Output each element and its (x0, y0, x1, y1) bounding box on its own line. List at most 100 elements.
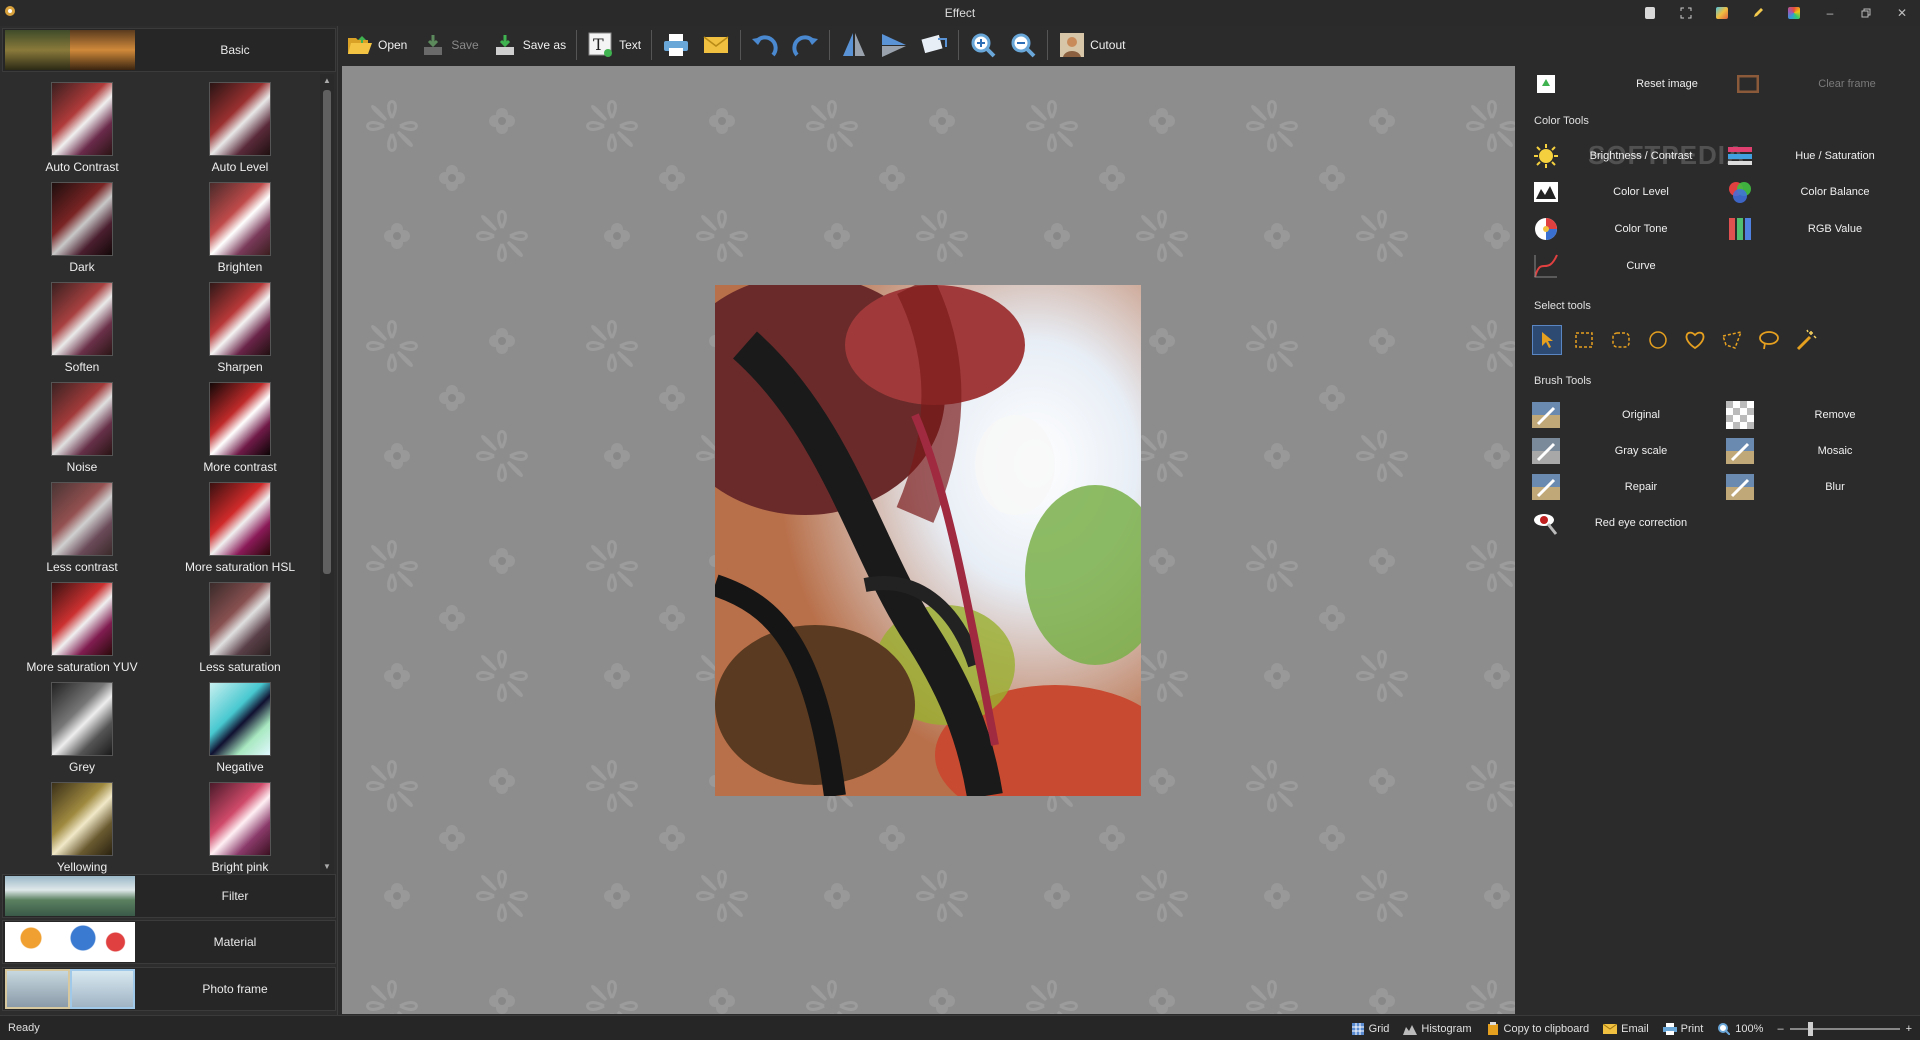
brush-original-button[interactable]: Original (1532, 401, 1722, 429)
save-button[interactable]: Save (413, 27, 484, 63)
ellipse-select-tool[interactable] (1643, 325, 1673, 355)
effect-less-contrast[interactable]: Less contrast (2, 474, 162, 574)
edited-photo[interactable] (715, 285, 1141, 796)
category-photo-frame[interactable]: Photo frame (2, 967, 336, 1011)
text-label: Text (619, 38, 642, 52)
zoom-in-button[interactable] (963, 27, 1003, 63)
recycle-icon (1532, 70, 1560, 98)
curve-button[interactable]: Curve (1532, 252, 1722, 280)
effect-brighten[interactable]: Brighten (160, 174, 320, 274)
brush-blur-button[interactable]: Blur (1726, 473, 1916, 501)
histogram-icon (1532, 178, 1560, 206)
effect-auto-contrast[interactable]: Auto Contrast (2, 74, 162, 174)
save-as-button[interactable]: Save as (485, 27, 572, 63)
curve-icon (1532, 252, 1560, 280)
grid-button[interactable]: Grid (1351, 1022, 1389, 1035)
brush-remove-button[interactable]: Remove (1726, 401, 1916, 429)
clear-frame-button[interactable]: Clear frame (1734, 70, 1914, 98)
image-canvas[interactable] (342, 66, 1515, 1014)
cutout-button[interactable]: Cutout (1052, 27, 1131, 63)
rotate-free-button[interactable] (914, 27, 954, 63)
polygon-select-tool[interactable] (1717, 325, 1747, 355)
reset-image-button[interactable]: Reset image (1532, 70, 1732, 98)
pencil-icon[interactable] (1740, 0, 1776, 26)
effect-noise[interactable]: Noise (2, 374, 162, 474)
scroll-up-icon[interactable]: ▲ (320, 74, 334, 88)
effect-thumbnail (51, 382, 113, 456)
cursor-icon (1542, 332, 1553, 348)
effect-grey[interactable]: Grey (2, 674, 162, 774)
fullscreen-icon[interactable] (1668, 0, 1704, 26)
zoom-minus-button[interactable]: – (1777, 1023, 1783, 1035)
effect-yellowing[interactable]: Yellowing (2, 774, 162, 874)
zoom-slider[interactable] (1789, 1021, 1900, 1036)
skin-icon[interactable] (1704, 0, 1740, 26)
save-as-icon (491, 31, 519, 59)
zoom-plus-button[interactable]: + (1906, 1023, 1912, 1035)
category-material[interactable]: Material (2, 920, 336, 964)
pointer-tool[interactable] (1532, 325, 1562, 355)
rectangle-select-icon (1575, 332, 1593, 348)
effect-soften[interactable]: Soften (2, 274, 162, 374)
copy-to-clipboard-button[interactable]: Copy to clipboard (1486, 1022, 1589, 1035)
color-balance-button[interactable]: Color Balance (1726, 178, 1916, 206)
rotate-left-button[interactable] (745, 27, 785, 63)
flip-vertical-button[interactable] (834, 27, 874, 63)
effects-scrollbar[interactable]: ▲ ▼ (320, 74, 334, 874)
hue-saturation-button[interactable]: Hue / Saturation (1726, 142, 1916, 170)
effect-more-saturation-hsl[interactable]: More saturation HSL (160, 474, 320, 574)
print-button[interactable] (656, 27, 696, 63)
rgb-circles-icon (1726, 178, 1754, 206)
effect-more-contrast[interactable]: More contrast (160, 374, 320, 474)
select-tools-row (1532, 325, 1828, 355)
red-eye-correction-button[interactable]: Red eye correction (1532, 509, 1722, 537)
category-basic[interactable]: Basic (2, 28, 336, 72)
effect-thumbnail (51, 782, 113, 856)
magic-wand-tool[interactable] (1791, 325, 1821, 355)
sun-icon (1532, 142, 1560, 170)
scroll-down-icon[interactable]: ▼ (320, 860, 334, 874)
minimize-icon[interactable]: – (1812, 0, 1848, 26)
heart-select-tool[interactable] (1680, 325, 1710, 355)
flip-horizontal-button[interactable] (874, 27, 914, 63)
restore-icon[interactable] (1848, 0, 1884, 26)
lasso-select-tool[interactable] (1754, 325, 1784, 355)
text-button[interactable]: T Text (581, 27, 647, 63)
effect-dark[interactable]: Dark (2, 174, 162, 274)
category-filter[interactable]: Filter (2, 874, 336, 918)
close-icon[interactable]: ✕ (1884, 0, 1920, 26)
select-tools-title: Select tools (1534, 300, 1591, 312)
rounded-select-tool[interactable] (1606, 325, 1636, 355)
zoom-slider-knob[interactable] (1807, 1021, 1813, 1036)
brightness-contrast-button[interactable]: Brightness / Contrast (1532, 142, 1722, 170)
effect-bright-pink[interactable]: Bright pink (160, 774, 320, 874)
color-tone-button[interactable]: Color Tone (1532, 215, 1722, 243)
color-level-button[interactable]: Color Level (1532, 178, 1722, 206)
email-button[interactable] (696, 27, 736, 63)
effect-more-saturation-yuv[interactable]: More saturation YUV (2, 574, 162, 674)
material-thumbnail (5, 922, 135, 962)
print-status-button[interactable]: Print (1662, 1022, 1703, 1035)
effect-negative[interactable]: Negative (160, 674, 320, 774)
rotate-right-button[interactable] (785, 27, 825, 63)
effect-auto-level[interactable]: Auto Level (160, 74, 320, 174)
email-status-button[interactable]: Email (1603, 1023, 1649, 1035)
toolbar-separator (576, 30, 578, 60)
brush-repair-button[interactable]: Repair (1532, 473, 1722, 501)
zoom-level[interactable]: 100% (1717, 1022, 1763, 1035)
rgb-value-button[interactable]: RGB Value (1726, 215, 1916, 243)
effect-thumbnail (209, 582, 271, 656)
page-icon[interactable] (1632, 0, 1668, 26)
brush-gray-scale-button[interactable]: Gray scale (1532, 437, 1722, 465)
rect-select-tool[interactable] (1569, 325, 1599, 355)
histogram-button[interactable]: Histogram (1403, 1023, 1472, 1035)
cutout-icon (1058, 31, 1086, 59)
effect-less-saturation[interactable]: Less saturation (160, 574, 320, 674)
scrollbar-thumb[interactable] (323, 90, 331, 574)
open-button[interactable]: Open (340, 27, 413, 63)
brush-mosaic-button[interactable]: Mosaic (1726, 437, 1916, 465)
effect-thumbnail (51, 482, 113, 556)
zoom-out-button[interactable] (1003, 27, 1043, 63)
palette-icon[interactable] (1776, 0, 1812, 26)
effect-sharpen[interactable]: Sharpen (160, 274, 320, 374)
